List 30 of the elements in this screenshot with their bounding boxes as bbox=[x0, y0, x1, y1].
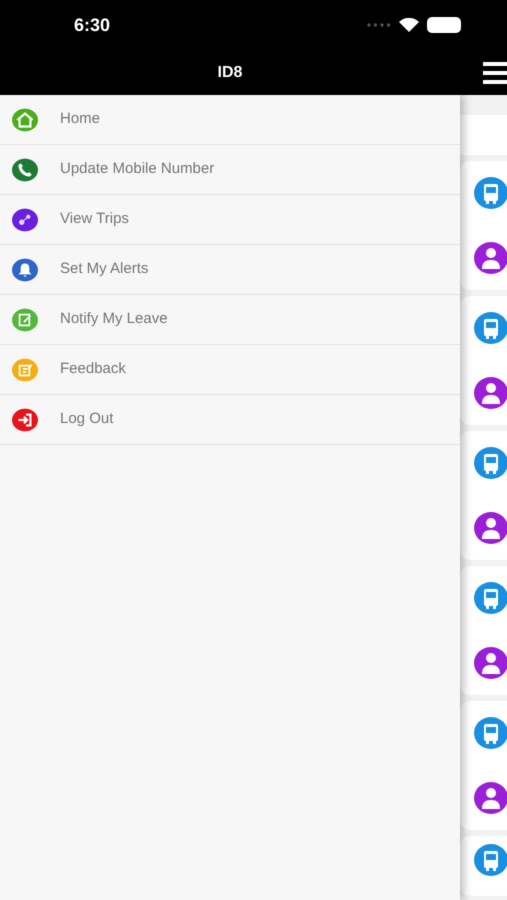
trip-card[interactable] bbox=[460, 161, 507, 290]
trip-card[interactable] bbox=[460, 836, 507, 896]
menu-item[interactable]: Log Out bbox=[0, 395, 460, 445]
menu-item[interactable]: Feedback bbox=[0, 345, 460, 395]
menu-item[interactable]: Set My Alerts bbox=[0, 245, 460, 295]
person-icon bbox=[474, 376, 507, 409]
trip-card[interactable] bbox=[460, 701, 507, 830]
menu-item[interactable]: Update Mobile Number bbox=[0, 145, 460, 195]
menu-item[interactable]: Home bbox=[0, 95, 460, 145]
bus-icon bbox=[474, 844, 507, 876]
menu-item[interactable]: Notify My Leave bbox=[0, 295, 460, 345]
menu-item[interactable]: View Trips bbox=[0, 195, 460, 245]
trip-card[interactable] bbox=[460, 566, 507, 695]
person-icon bbox=[474, 242, 507, 274]
signal-icon bbox=[367, 23, 391, 27]
person-icon bbox=[474, 782, 507, 814]
trip-card[interactable] bbox=[460, 296, 507, 425]
wifi-icon bbox=[399, 18, 419, 32]
bus-icon bbox=[474, 717, 507, 750]
battery-icon bbox=[427, 17, 461, 33]
person-icon bbox=[474, 512, 507, 544]
bus-icon bbox=[474, 312, 507, 344]
trip-card[interactable] bbox=[460, 431, 507, 560]
menu-icon[interactable] bbox=[483, 60, 507, 86]
bus-icon bbox=[474, 447, 507, 480]
app-title: ID8 bbox=[218, 62, 242, 82]
status-time: 6:30 bbox=[74, 14, 110, 36]
bus-icon bbox=[474, 582, 507, 614]
bus-icon bbox=[474, 177, 507, 210]
person-icon bbox=[474, 646, 507, 679]
